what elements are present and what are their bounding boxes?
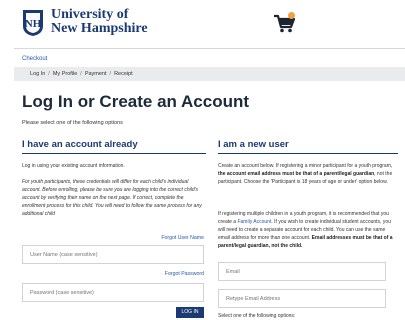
username-input[interactable] [22,245,204,264]
family-account-link[interactable]: Family Account [237,219,271,225]
email-input[interactable] [218,262,386,281]
new-user-paragraph-2: If registering multiple children in a yo… [218,210,398,250]
breadcrumb-separator: / [109,71,112,77]
svg-text:NH: NH [25,18,42,30]
options-instruction: Please select one of the following optio… [22,120,123,126]
options-select-note: Select one of the following options: [218,313,296,319]
site-header: NH University of New Hampshire [0,0,405,48]
new-user-heading-rule [218,153,398,154]
existing-account-heading: I have an account already [22,139,138,150]
cart-badge [288,12,295,19]
new-user-paragraph-1: Create an account below. If registering … [218,162,398,186]
retype-email-input[interactable] [218,289,386,308]
existing-heading-rule [22,153,206,154]
university-logo-text[interactable]: University of New Hampshire [51,8,148,36]
new-user-heading: I am a new user [218,139,289,150]
breadcrumb-receipt[interactable]: Receipt [114,71,133,77]
p1-text-a: Create an account below. If registering … [218,163,393,169]
header-divider [14,48,405,49]
logo-line-2: New Hampshire [51,21,148,36]
existing-intro: Log in using your existing account infor… [22,163,125,169]
forgot-username-link[interactable]: Forgot User Name [120,235,204,241]
password-input[interactable] [22,283,204,302]
breadcrumb-payment[interactable]: Payment [85,71,107,77]
breadcrumb-separator: / [48,71,50,77]
unh-shield-icon[interactable]: NH [22,9,44,37]
breadcrumb: Log In / My Profile / Payment / Receipt [30,71,133,77]
p1-guardian-email-requirement: the account email address must be that o… [218,171,375,177]
page-title: Log In or Create an Account [22,92,250,111]
forgot-password-link[interactable]: Forgot Password [120,271,204,277]
breadcrumb-separator: / [80,71,82,77]
login-button[interactable]: LOG IN [176,307,204,318]
breadcrumb-log-in[interactable]: Log In [30,71,45,77]
breadcrumb-my-profile[interactable]: My Profile [53,71,77,77]
logo-line-1: University of [51,7,129,22]
checkout-link[interactable]: Checkout [22,56,47,62]
youth-credentials-note: For youth participants, these credential… [22,179,202,217]
